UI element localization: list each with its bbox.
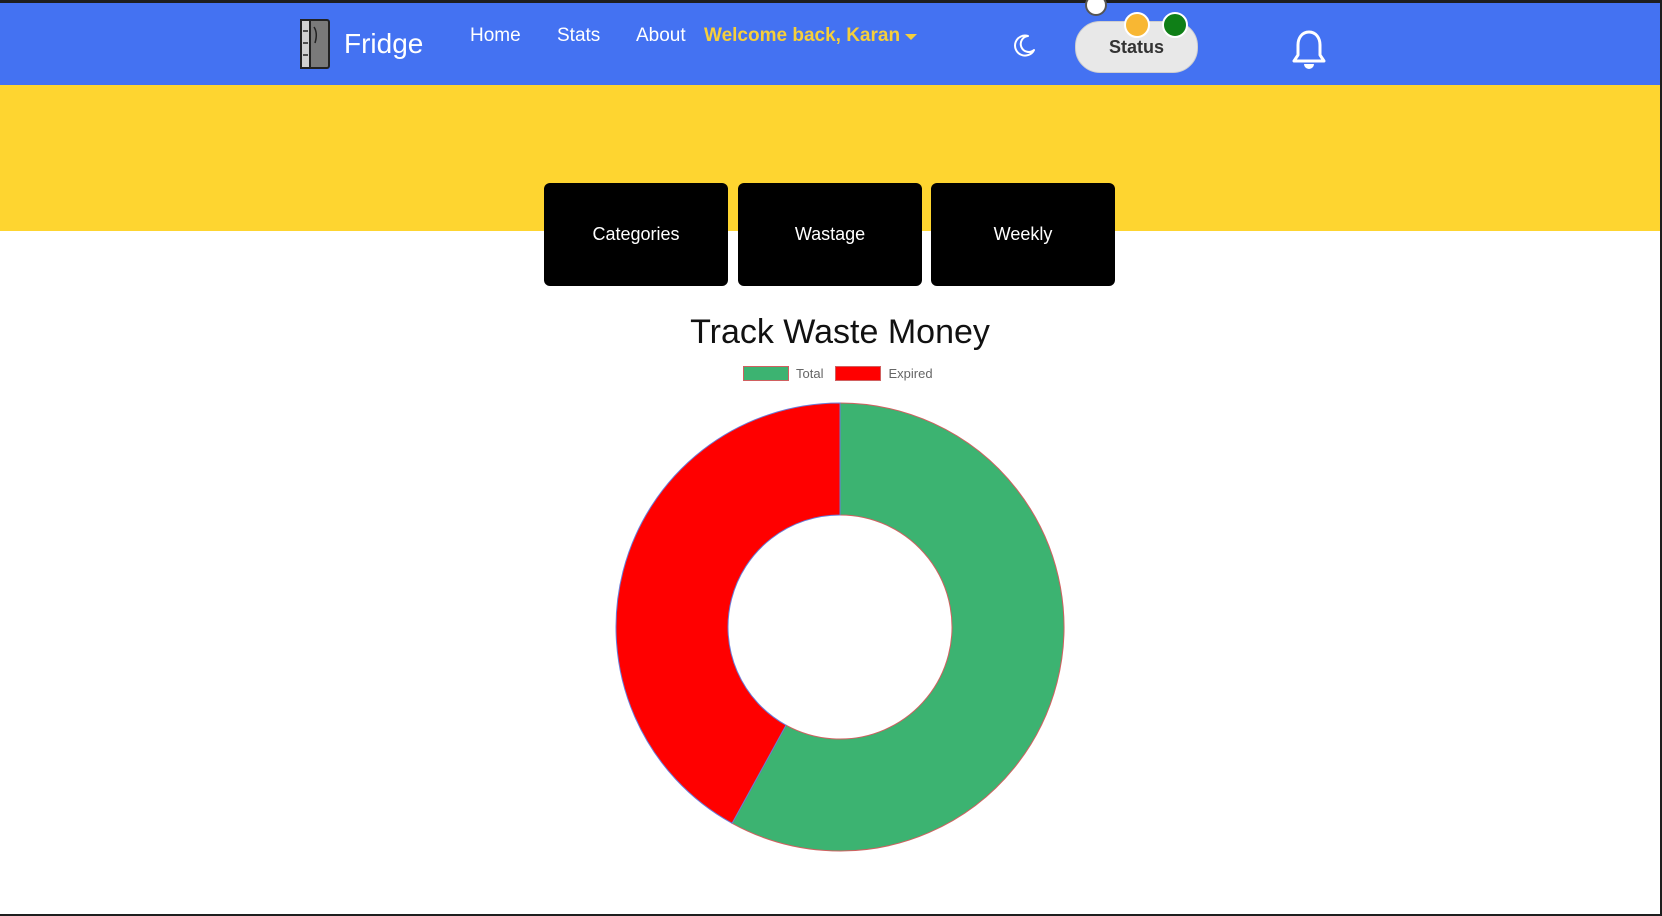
nav-link-about[interactable]: About [636,25,686,47]
legend-item-total[interactable]: Total [743,366,823,381]
chevron-down-icon[interactable] [905,34,917,40]
tab-weekly[interactable]: Weekly [931,183,1115,286]
donut-chart [615,402,1065,852]
chart-legend: Total Expired [743,366,945,381]
nav-link-stats[interactable]: Stats [557,25,600,47]
tab-categories[interactable]: Categories [544,183,728,286]
legend-item-expired[interactable]: Expired [835,366,933,381]
chart-title: Track Waste Money [690,313,990,351]
brand-name: Fridge [344,28,424,59]
tab-weekly-label: Weekly [993,224,1053,244]
navbar: Fridge Home Stats About Welcome back, Ka… [0,0,1660,85]
status-indicator-away [1124,12,1150,38]
tab-wastage-label: Wastage [794,224,866,244]
fridge-icon [300,19,330,69]
moon-icon[interactable] [1012,32,1038,58]
brand-link[interactable]: Fridge [298,17,423,71]
legend-swatch-total [743,366,789,381]
legend-label-total: Total [796,366,824,381]
user-menu-toggle[interactable]: Welcome back, Karan [704,25,900,47]
status-label: Status [1108,37,1164,57]
tab-categories-label: Categories [592,224,680,244]
bell-icon[interactable] [1290,29,1328,71]
tab-wastage[interactable]: Wastage [738,183,922,286]
status-indicator-online [1162,12,1188,38]
legend-label-expired: Expired [888,366,933,381]
nav-link-home[interactable]: Home [470,25,521,47]
status-indicator-offline [1085,0,1107,16]
legend-swatch-expired [835,366,882,381]
